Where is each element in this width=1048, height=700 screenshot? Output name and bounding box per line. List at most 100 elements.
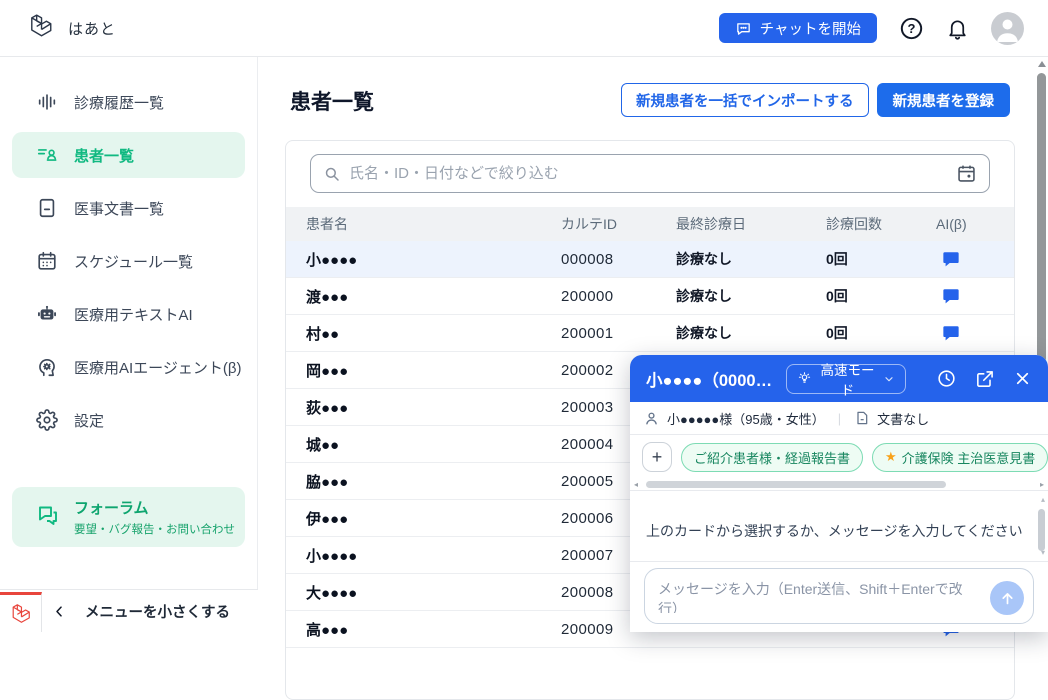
sidebar-item-label: 設定 [74, 410, 104, 431]
page-title: 患者一覧 [290, 86, 374, 116]
chat-bubble-icon [735, 20, 752, 37]
patient-list-icon [36, 144, 58, 166]
scrollbar-up-arrow[interactable] [1038, 61, 1046, 67]
patient-name-cell: 伊●●● [306, 508, 561, 529]
chat-scroll-down-arrow[interactable]: ▾ [1041, 548, 1045, 557]
chat-input-area [630, 561, 1048, 632]
star-icon: ★ [885, 449, 897, 465]
chat-panel-title: 小●●●●（0000… [646, 367, 772, 391]
table-row[interactable]: 小●●●●000008診療なし0回 [286, 241, 1014, 278]
ai-chat-icon[interactable] [942, 324, 960, 342]
chat-document-status: 文書なし [877, 409, 929, 428]
search-input[interactable] [349, 165, 948, 182]
agent-icon [36, 356, 58, 378]
sidebar-item-ai-agent[interactable]: 医療用AIエージェント(β) [12, 344, 245, 390]
patient-name-cell: 村●● [306, 323, 561, 344]
visit-count-cell: 0回 [826, 323, 936, 343]
column-header: 患者名 [306, 214, 561, 234]
patient-name-cell: 小●●●● [306, 249, 561, 270]
last-visit-cell: 診療なし [676, 323, 826, 343]
chat-start-button[interactable]: チャットを開始 [719, 13, 877, 43]
forum-icon [36, 503, 60, 532]
chat-input-box [644, 568, 1034, 624]
table-header: 患者名カルテID最終診療日診療回数AI(β) [286, 207, 1014, 241]
divider: | [838, 411, 841, 426]
patient-name-cell: 城●● [306, 434, 561, 455]
scroll-right-arrow[interactable]: ▸ [1040, 480, 1044, 489]
document-chips-row: + ご紹介患者様・経過報告書★介護保険 主治医意見書在宅療養計画書 [630, 435, 1048, 479]
search-box [310, 154, 990, 193]
table-row[interactable]: 村●●200001診療なし0回 [286, 315, 1014, 352]
ai-chat-icon[interactable] [942, 287, 960, 305]
close-icon[interactable] [1011, 367, 1034, 390]
document-small-icon [854, 410, 870, 426]
debug-toolbar[interactable] [0, 592, 42, 632]
open-external-button[interactable] [973, 367, 997, 391]
import-patients-button[interactable]: 新規患者を一括でインポートする [621, 83, 869, 117]
date-filter-calendar-button[interactable] [956, 163, 977, 184]
sidebar-item-label: 患者一覧 [74, 145, 134, 166]
chat-patient-name: 小●●●●●様（95歳・女性） [667, 409, 825, 428]
chips-scrollbar-thumb[interactable] [646, 481, 946, 488]
table-row[interactable]: 渡●●●200000診療なし0回 [286, 278, 1014, 315]
app-logo-icon [28, 13, 54, 44]
scrollbar-thumb[interactable] [1037, 73, 1046, 363]
debug-logo-icon [10, 603, 32, 625]
document-card-chip[interactable]: ご紹介患者様・経過報告書 [681, 443, 863, 472]
patient-name-cell: 脇●●● [306, 471, 561, 492]
top-header: はあと チャットを開始 ? [0, 0, 1048, 57]
patient-name-cell: 渡●●● [306, 286, 561, 307]
chart-id-cell: 200001 [561, 325, 676, 342]
sidebar-item-settings[interactable]: 設定 [12, 397, 245, 443]
column-header: 診療回数 [826, 214, 936, 234]
chevron-left-icon [52, 604, 67, 619]
chip-label: 介護保険 主治医意見書 [902, 448, 1036, 467]
chat-message-input[interactable] [658, 579, 981, 613]
person-icon [643, 410, 660, 427]
document-icon [36, 197, 58, 219]
patient-name-cell: 大●●●● [306, 582, 561, 603]
notifications-bell-button[interactable] [946, 17, 969, 40]
chat-panel-header: 小●●●●（0000… 高速モード [630, 355, 1048, 402]
sidebar-item-label: 医事文書一覧 [74, 198, 164, 219]
sidebar-item-medical-history[interactable]: 診療履歴一覧 [12, 79, 245, 125]
visit-count-cell: 0回 [826, 286, 936, 306]
forum-subtitle: 要望・バグ報告・お問い合わせ [74, 521, 235, 537]
last-visit-cell: 診療なし [676, 249, 826, 269]
ai-chat-icon[interactable] [942, 250, 960, 268]
patient-name-cell: 岡●●● [306, 360, 561, 381]
help-button[interactable]: ? [899, 16, 924, 41]
user-avatar[interactable] [991, 12, 1024, 45]
sidebar-item-label: スケジュール一覧 [74, 251, 193, 272]
chevron-down-icon [883, 373, 895, 385]
column-header: AI(β) [936, 216, 1014, 232]
register-patient-button[interactable]: 新規患者を登録 [877, 83, 1011, 117]
chart-id-cell: 000008 [561, 251, 676, 268]
add-card-button[interactable]: + [642, 442, 672, 472]
mode-select-button[interactable]: 高速モード [786, 364, 906, 394]
document-card-chip[interactable]: ★ 介護保険 主治医意見書 [872, 443, 1048, 472]
calendar-icon [36, 250, 58, 272]
sidebar-item-documents[interactable]: 医事文書一覧 [12, 185, 245, 231]
column-header: カルテID [561, 214, 676, 234]
sidebar-item-patients[interactable]: 患者一覧 [12, 132, 245, 178]
gear-icon [36, 409, 58, 431]
waveform-icon [36, 91, 58, 113]
patient-chat-panel: 小●●●●（0000… 高速モード [630, 355, 1048, 632]
chip-label: ご紹介患者様・経過報告書 [694, 448, 850, 467]
patient-name-cell: 荻●●● [306, 397, 561, 418]
patient-name-cell: 高●●● [306, 619, 561, 640]
chat-scroll-up-arrow[interactable]: ▴ [1041, 495, 1045, 504]
chat-scrollbar-thumb[interactable] [1038, 509, 1045, 551]
sidebar-item-forum[interactable]: フォーラム 要望・バグ報告・お問い合わせ [12, 487, 245, 547]
robot-icon [36, 303, 58, 325]
sidebar-item-label: 医療用AIエージェント(β) [74, 357, 242, 378]
chips-horizontal-scrollbar[interactable]: ◂ ▸ [630, 479, 1048, 491]
sidebar: 診療履歴一覧患者一覧医事文書一覧スケジュール一覧医療用テキストAI 医療用AIエー… [0, 57, 258, 632]
history-clock-button[interactable] [934, 366, 959, 391]
sidebar-item-text-ai[interactable]: 医療用テキストAI [12, 291, 245, 337]
scroll-left-arrow[interactable]: ◂ [634, 480, 638, 489]
sidebar-item-schedule[interactable]: スケジュール一覧 [12, 238, 245, 284]
chat-area-scrollbar[interactable]: ▴ ▾ [1036, 497, 1045, 555]
send-button[interactable] [990, 581, 1024, 615]
